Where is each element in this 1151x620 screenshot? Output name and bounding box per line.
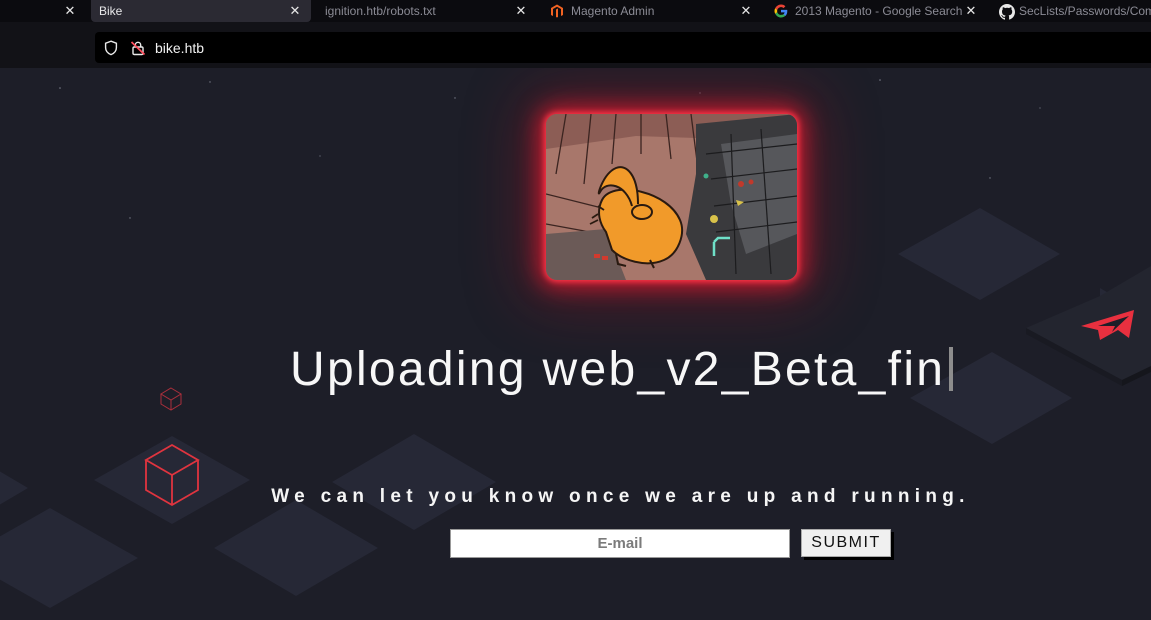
submit-button[interactable]: SUBMIT: [801, 529, 891, 557]
tab-label: Magento Admin: [571, 4, 655, 18]
tab-google-search[interactable]: 2013 Magento - Google Search ✕: [758, 0, 980, 22]
tab-seclists[interactable]: SecLists/Passwords/Com: [981, 0, 1151, 22]
tab-robots[interactable]: ignition.htb/robots.txt ✕: [312, 0, 534, 22]
tab-label: Bike: [99, 4, 123, 18]
github-icon: [999, 4, 1015, 20]
tab-bike[interactable]: Bike ✕: [91, 0, 311, 22]
close-tab-icon[interactable]: ✕: [964, 0, 978, 22]
shield-icon[interactable]: [103, 39, 119, 56]
address-bar[interactable]: bike.htb: [95, 32, 1151, 63]
hero-illustration: [546, 114, 797, 280]
close-tab-icon[interactable]: ✕: [63, 0, 77, 22]
close-tab-icon[interactable]: ✕: [288, 0, 302, 22]
headline-text: Uploading web_v2_Beta_fin: [290, 343, 946, 396]
magento-icon: [550, 4, 564, 18]
tab-magento-admin[interactable]: Magento Admin ✕: [535, 0, 757, 22]
tab-label: SecLists/Passwords/Com: [1019, 4, 1151, 18]
page-headline: Uploading web_v2_Beta_fin: [290, 341, 954, 399]
navigation-toolbar: bike.htb: [0, 22, 1151, 68]
tab-label: ignition.htb/robots.txt: [325, 4, 436, 18]
tab-label: 2013 Magento - Google Search: [795, 4, 963, 18]
web-page: Uploading web_v2_Beta_fin We can let you…: [0, 68, 1151, 620]
tab-partial[interactable]: ✕: [0, 0, 90, 22]
tagline: We can let you know once we are up and r…: [271, 486, 970, 507]
email-input[interactable]: [450, 529, 790, 558]
typing-cursor: [949, 347, 954, 392]
url-text: bike.htb: [155, 39, 205, 56]
tab-strip: ✕ Bike ✕ ignition.htb/robots.txt ✕ Magen…: [0, 0, 1151, 22]
insecure-lock-icon[interactable]: [130, 40, 146, 56]
close-tab-icon[interactable]: ✕: [739, 0, 753, 22]
google-icon: [774, 4, 788, 18]
close-tab-icon[interactable]: ✕: [514, 0, 528, 22]
